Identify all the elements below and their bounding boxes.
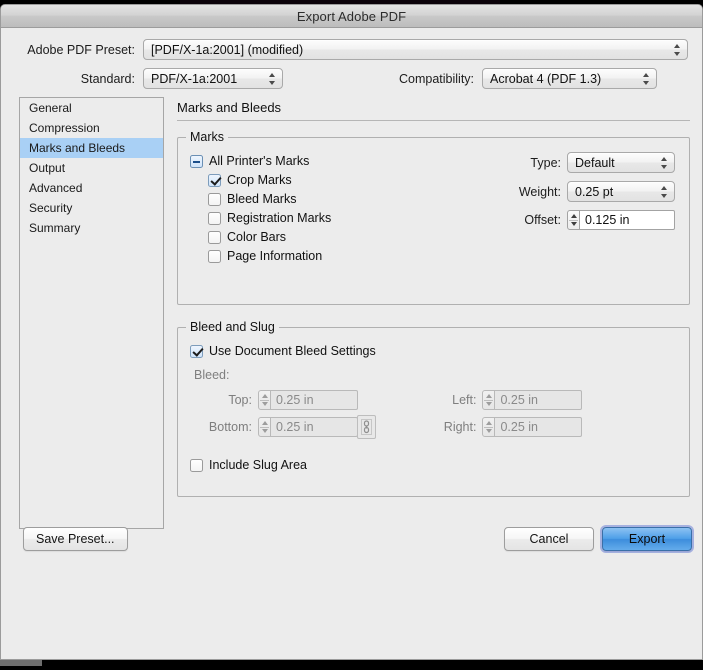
weight-label: Weight:	[518, 184, 561, 199]
checkbox-label: All Printer's Marks	[209, 154, 310, 168]
standard-compat-row: Standard: PDF/X-1a:2001 Compatibility: A…	[15, 68, 688, 89]
chain-link-icon[interactable]	[357, 415, 376, 439]
checkbox-mixed-icon	[190, 154, 203, 168]
offset-input[interactable]: 0.125 in	[580, 210, 675, 230]
checkbox-unchecked-icon	[208, 192, 221, 206]
standard-label: Standard:	[80, 71, 135, 86]
preset-row: Adobe PDF Preset: [PDF/X-1a:2001] (modif…	[15, 39, 688, 60]
main-content: General Compression Marks and Bleeds Out…	[1, 97, 702, 567]
bleed-left-input[interactable]: 0.25 in	[495, 390, 583, 410]
checkbox-use-document-bleed-settings[interactable]: Use Document Bleed Settings	[190, 344, 677, 358]
bleed-top-label: Top:	[228, 393, 252, 407]
weight-row: Weight: 0.25 pt	[475, 181, 675, 202]
marks-options-column: Type: Default Weight: 0.25 pt Offset: 0.…	[475, 152, 675, 238]
bleed-bottom-label: Bottom:	[208, 420, 252, 434]
cancel-button[interactable]: Cancel	[504, 527, 594, 551]
bleed-bottom-stepper-field[interactable]: 0.25 in	[258, 417, 358, 437]
offset-stepper[interactable]	[567, 210, 580, 230]
bleed-top-row: Top: 0.25 in	[194, 390, 394, 410]
offset-row: Offset: 0.125 in	[475, 210, 675, 230]
dialog-body: Adobe PDF Preset: [PDF/X-1a:2001] (modif…	[1, 28, 702, 567]
sidebar-item-compression[interactable]: Compression	[20, 118, 163, 138]
sidebar-item-general[interactable]: General	[20, 98, 163, 118]
bleed-bottom-stepper[interactable]	[258, 417, 271, 437]
checkbox-label: Use Document Bleed Settings	[209, 344, 376, 358]
bleed-left-row: Left: 0.25 in	[434, 390, 604, 410]
offset-stepper-field[interactable]: 0.125 in	[567, 210, 675, 230]
sidebar-item-output[interactable]: Output	[20, 158, 163, 178]
chevron-updown-icon	[674, 43, 681, 57]
save-preset-button[interactable]: Save Preset...	[23, 527, 128, 551]
bleed-right-stepper[interactable]	[482, 417, 496, 437]
checkbox-label: Include Slug Area	[209, 458, 307, 472]
checkbox-label: Color Bars	[227, 230, 287, 244]
dialog-titlebar: Export Adobe PDF	[1, 5, 702, 28]
chevron-updown-icon	[661, 156, 668, 170]
type-value: Default	[575, 155, 615, 170]
dialog-footer: Save Preset... Cancel Export	[1, 513, 702, 567]
sidebar-item-advanced[interactable]: Advanced	[20, 178, 163, 198]
bleed-right-label: Right:	[443, 420, 477, 434]
compatibility-value: Acrobat 4 (PDF 1.3)	[490, 71, 602, 86]
checkbox-unchecked-icon	[190, 458, 203, 472]
export-adobe-pdf-dialog: Export Adobe PDF Adobe PDF Preset: [PDF/…	[0, 4, 703, 660]
export-button[interactable]: Export	[602, 527, 692, 551]
bleed-group-content: Use Document Bleed Settings Bleed: Top: …	[178, 328, 689, 496]
checkbox-page-information[interactable]: Page Information	[208, 249, 677, 263]
chevron-updown-icon	[661, 185, 668, 199]
checkbox-unchecked-icon	[208, 230, 221, 244]
bleed-left-stepper-field[interactable]: 0.25 in	[482, 390, 583, 410]
sidebar-item-marks-and-bleeds[interactable]: Marks and Bleeds	[20, 138, 163, 158]
type-select[interactable]: Default	[567, 152, 675, 173]
bleed-left-stepper[interactable]	[482, 390, 496, 410]
bleed-right-column: Left: 0.25 in Right: 0.25 in	[434, 390, 604, 444]
sidebar-item-summary[interactable]: Summary	[20, 218, 163, 238]
compatibility-label: Compatibility:	[399, 71, 475, 86]
bleed-right-input[interactable]: 0.25 in	[495, 417, 583, 437]
desktop-background-bottom	[0, 660, 703, 670]
checkbox-unchecked-icon	[208, 211, 221, 225]
chevron-updown-icon	[643, 72, 650, 86]
checkbox-label: Registration Marks	[227, 211, 332, 225]
bleed-fields-grid: Top: 0.25 in Bottom: 0.25 in Left: 0.25 …	[190, 390, 677, 444]
marks-group: Marks All Printer's Marks Crop Marks Ble…	[177, 130, 690, 305]
preset-select[interactable]: [PDF/X-1a:2001] (modified)	[143, 39, 688, 60]
bleed-top-stepper[interactable]	[258, 390, 271, 410]
marks-group-content: All Printer's Marks Crop Marks Bleed Mar…	[178, 138, 689, 304]
preset-area: Adobe PDF Preset: [PDF/X-1a:2001] (modif…	[1, 28, 702, 89]
offset-label: Offset:	[524, 213, 561, 227]
desktop-taskbar-fragment	[0, 660, 42, 666]
type-label: Type:	[530, 155, 561, 170]
preset-label: Adobe PDF Preset:	[27, 42, 135, 57]
checkbox-label: Crop Marks	[227, 173, 292, 187]
bleed-right-stepper-field[interactable]: 0.25 in	[482, 417, 583, 437]
sidebar-item-security[interactable]: Security	[20, 198, 163, 218]
compatibility-select[interactable]: Acrobat 4 (PDF 1.3)	[482, 68, 658, 89]
settings-category-list[interactable]: General Compression Marks and Bleeds Out…	[19, 97, 164, 529]
chevron-updown-icon	[269, 72, 276, 86]
bleed-and-slug-group: Bleed and Slug Use Document Bleed Settin…	[177, 320, 690, 497]
checkbox-checked-icon	[190, 344, 203, 358]
checkbox-checked-icon	[208, 173, 221, 187]
checkbox-unchecked-icon	[208, 249, 221, 263]
settings-pane: Marks and Bleeds Marks All Printer's Mar…	[177, 97, 690, 519]
standard-value: PDF/X-1a:2001	[151, 71, 238, 86]
preset-value: [PDF/X-1a:2001] (modified)	[151, 42, 304, 57]
standard-select[interactable]: PDF/X-1a:2001	[143, 68, 283, 89]
bleed-subheading: Bleed:	[194, 368, 230, 382]
page-title: Marks and Bleeds	[177, 100, 690, 121]
dialog-title: Export Adobe PDF	[296, 8, 407, 24]
type-row: Type: Default	[475, 152, 675, 173]
bleed-right-row: Right: 0.25 in	[434, 417, 604, 437]
checkbox-include-slug-area[interactable]: Include Slug Area	[190, 458, 677, 472]
bleed-left-label: Left:	[452, 393, 477, 407]
weight-value: 0.25 pt	[575, 184, 614, 199]
bleed-bottom-input[interactable]: 0.25 in	[271, 417, 358, 437]
bleed-top-input[interactable]: 0.25 in	[271, 390, 358, 410]
weight-select[interactable]: 0.25 pt	[567, 181, 675, 202]
checkbox-label: Page Information	[227, 249, 323, 263]
checkbox-label: Bleed Marks	[227, 192, 297, 206]
bleed-top-stepper-field[interactable]: 0.25 in	[258, 390, 358, 410]
